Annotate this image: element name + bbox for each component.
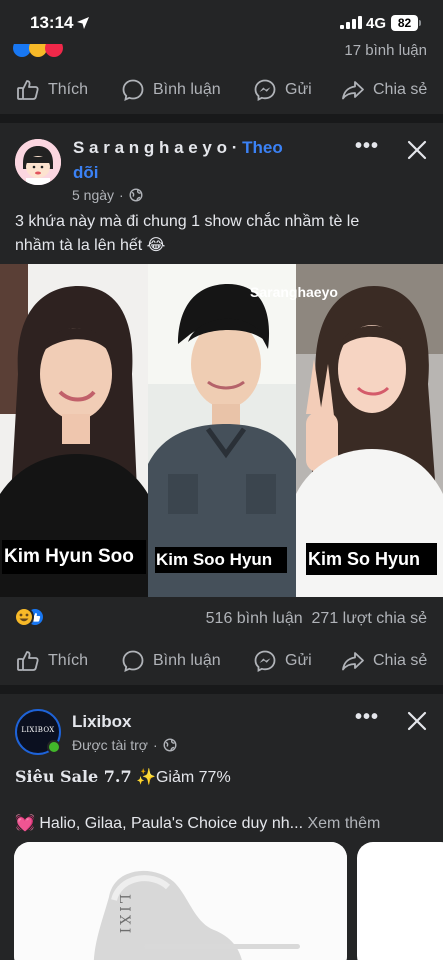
comment-label: Bình luận (153, 81, 221, 98)
send-label: Gửi (285, 652, 312, 669)
like-label: Thích (48, 652, 89, 669)
battery-icon: 82 (391, 15, 418, 31)
globe-icon (163, 738, 177, 752)
reaction-icons[interactable] (14, 606, 54, 628)
reactions-row: 516 bình luận 271 lượt chia sẻ (0, 600, 443, 640)
follow-link[interactable]: Theo (242, 138, 283, 157)
author-name[interactable]: S a r a n g h a e y o · Theo (73, 138, 283, 158)
previous-post-summary: 17 bình luận (0, 44, 443, 62)
ad-body: 💓 Halio, Gilaa, Paula's Choice duy nh...… (15, 813, 380, 833)
share-arrow-icon (342, 81, 364, 100)
close-icon[interactable] (407, 140, 427, 160)
action-bar-previous: Thích Bình luận Gửi Chia sẻ (0, 68, 443, 112)
product-brand-text: LIXI (116, 894, 132, 937)
share-label: Chia sẻ (373, 81, 428, 98)
messenger-icon (254, 650, 276, 672)
thumbs-up-icon (17, 651, 39, 671)
ad-headline-rest: ✨Giảm 77% (136, 769, 231, 786)
follow-link-continued[interactable]: dõi (73, 163, 99, 183)
like-label: Thích (48, 81, 89, 98)
author-name-text: S a r a n g h a e y o (73, 138, 227, 157)
network-type: 4G (366, 15, 387, 32)
reaction-icons (13, 44, 63, 57)
globe-icon (129, 188, 143, 202)
signal-icon (340, 16, 362, 29)
sponsored-label[interactable]: Được tài trợ (72, 737, 148, 753)
post-photo[interactable]: Kim Hyun Soo Kim Soo Hyun Kim So Hyun (0, 264, 443, 597)
ad-body-text: 💓 Halio, Gilaa, Paula's Choice duy nh... (15, 815, 304, 832)
like-button[interactable]: Thích (16, 68, 88, 112)
feed-divider (0, 685, 443, 694)
previous-comments-count[interactable]: 17 bình luận (344, 44, 427, 59)
product-image (14, 842, 347, 960)
status-bar: 13:14 4G 82 (0, 0, 443, 44)
feed-divider (0, 114, 443, 123)
messenger-icon (254, 79, 276, 101)
close-icon[interactable] (407, 711, 427, 731)
shares-count[interactable]: 271 lượt chia sẻ (312, 610, 427, 627)
location-arrow-icon (77, 17, 89, 29)
ad-headline-bold: Siêu Sale 7.7 (15, 767, 132, 786)
comment-label: Bình luận (153, 652, 221, 669)
avatar-cartoon-icon (15, 139, 61, 185)
share-button[interactable]: Chia sẻ (341, 68, 427, 112)
more-options-button[interactable]: ••• (355, 135, 379, 158)
advertiser-logo-text: LIXIBOX (21, 726, 55, 734)
ad-meta: Được tài trợ · (72, 737, 177, 753)
ad-headline: Siêu Sale 7.7 ✨Giảm 77% (15, 767, 231, 787)
author-avatar[interactable] (15, 139, 61, 185)
battery-tip (419, 20, 421, 26)
online-status-dot (47, 740, 61, 754)
home-indicator[interactable] (144, 944, 300, 949)
send-label: Gửi (285, 81, 312, 98)
header-separator: · (231, 138, 238, 157)
more-options-button[interactable]: ••• (355, 706, 379, 729)
engagement-counts: 516 bình luận 271 lượt chia sẻ (206, 610, 427, 628)
photo-label-3: Kim So Hyun (306, 543, 437, 575)
share-button[interactable]: Chia sẻ (341, 639, 427, 683)
product-card-1[interactable]: LIXI (14, 842, 347, 960)
comment-button[interactable]: Bình luận (121, 68, 221, 112)
status-time: 13:14 (30, 13, 74, 32)
post-caption: 3 khứa này mà đi chung 1 show chắc nhầm … (15, 210, 359, 258)
see-more-link[interactable]: Xem thêm (307, 815, 380, 832)
comments-count[interactable]: 516 bình luận (206, 610, 303, 627)
meta-dot: · (119, 187, 124, 203)
send-button[interactable]: Gửi (253, 68, 312, 112)
comment-button[interactable]: Bình luận (121, 639, 221, 683)
post-caption-line-1: 3 khứa này mà đi chung 1 show chắc nhầm … (15, 213, 360, 230)
photo-watermark: Saranghaeyo (250, 284, 338, 300)
send-button[interactable]: Gửi (253, 639, 312, 683)
comment-bubble-icon (122, 79, 144, 102)
like-button[interactable]: Thích (16, 639, 88, 683)
share-label: Chia sẻ (373, 652, 428, 669)
photo-label-1: Kim Hyun Soo (2, 540, 146, 574)
post-time[interactable]: 5 ngày (72, 187, 114, 203)
action-bar-post: Thích Bình luận Gửi Chia sẻ (0, 639, 443, 683)
thumbs-up-icon (17, 80, 39, 100)
meta-dot: · (152, 737, 158, 753)
photo-label-2: Kim Soo Hyun (155, 547, 287, 573)
post-caption-line-2: nhầm tà la lên hết 😂 (15, 237, 166, 254)
post-meta: 5 ngày · (72, 187, 143, 203)
advertiser-name[interactable]: Lixibox (72, 712, 132, 732)
product-card-2[interactable] (357, 842, 443, 960)
comment-bubble-icon (122, 650, 144, 673)
share-arrow-icon (342, 652, 364, 671)
